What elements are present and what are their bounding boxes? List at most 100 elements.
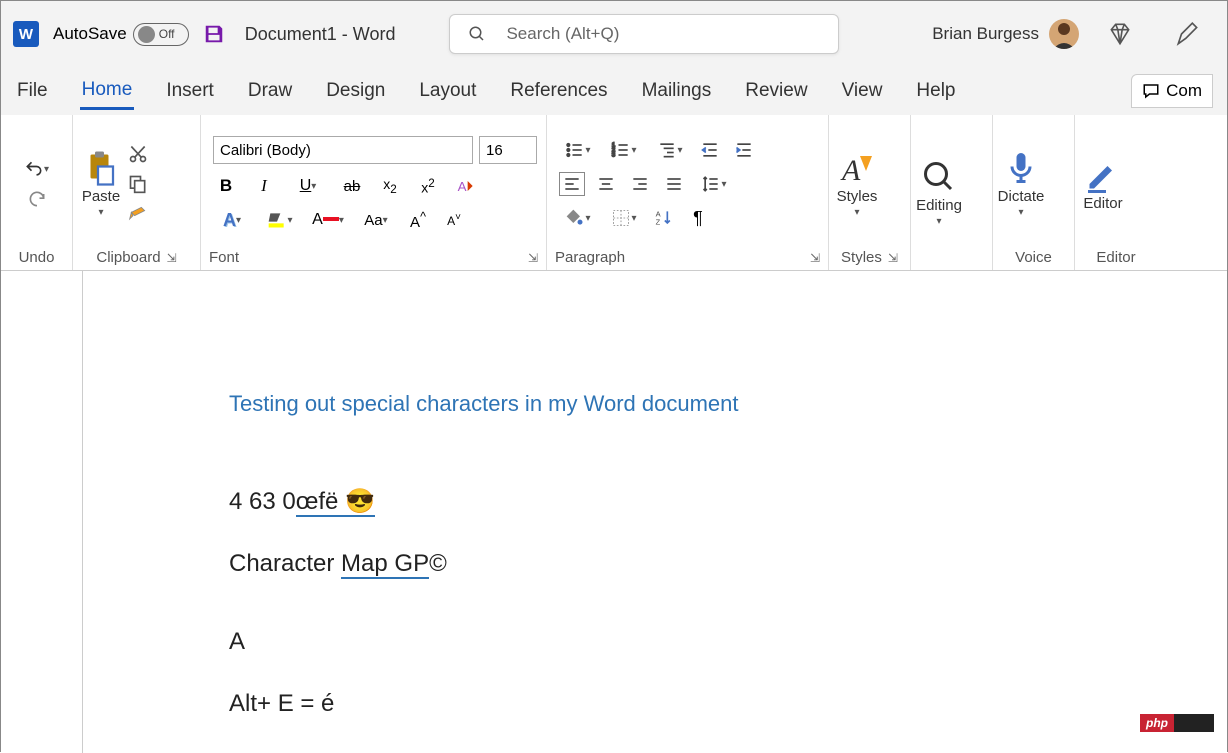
group-editing: Editing ▾ [911,115,993,270]
tab-design[interactable]: Design [324,74,387,108]
paste-label: Paste [82,188,120,205]
editing-label: Editing [916,197,962,214]
document-heading: Testing out special characters in my Wor… [229,391,1227,417]
borders-button[interactable]: ▾ [605,206,643,230]
save-icon[interactable] [203,23,225,45]
copy-button[interactable] [125,172,151,196]
group-editor: Editor Editor [1075,115,1157,270]
bold-button[interactable]: B [213,174,239,198]
svg-text:A: A [840,154,861,186]
decrease-indent-button[interactable] [697,138,723,162]
align-left-button[interactable] [559,172,585,196]
line-spacing-button[interactable]: ▾ [695,172,733,196]
diamond-icon[interactable] [1107,21,1133,47]
strikethrough-button[interactable]: ab [339,174,365,198]
user-name: Brian Burgess [932,24,1039,44]
group-font: B I U▾ ab x2 x2 A A▾ ▾ A▾ Aa▾ A^ A˅ Font… [201,115,547,270]
change-case-button[interactable]: Aa▾ [357,208,395,232]
text-effects-button[interactable]: A▾ [213,208,251,232]
redo-button[interactable] [24,187,50,211]
tab-references[interactable]: References [508,74,609,108]
toggle-switch[interactable]: Off [133,23,189,46]
document-line-3: A [229,628,1227,656]
tab-draw[interactable]: Draw [246,74,294,108]
paste-button[interactable]: Paste ▾ [81,121,121,247]
font-name-select[interactable] [213,136,473,164]
comment-icon [1142,82,1160,100]
highlight-button[interactable]: ▾ [261,208,299,232]
navigation-gutter [1,271,83,753]
toggle-knob [138,26,155,43]
dictate-label: Dictate [998,188,1045,205]
tab-file[interactable]: File [15,74,50,108]
shrink-font-button[interactable]: A˅ [441,208,467,232]
svg-text:Z: Z [656,218,661,227]
tab-home[interactable]: Home [80,73,135,110]
word-app-icon: W [13,21,39,47]
sort-button[interactable]: AZ [651,206,677,230]
ribbon: ▾ Undo Paste ▾ Clipboard ⇲ [1,115,1227,271]
styles-label: Styles [837,188,878,205]
document-line-1: 4 63 0œfë 😎 [229,487,1227,516]
subscript-button[interactable]: x2 [377,174,403,198]
group-voice: Dictate ▾ Voice [993,115,1075,270]
comments-button[interactable]: Com [1131,74,1213,108]
numbering-button[interactable]: 123▾ [605,138,643,162]
group-undo: ▾ Undo [1,115,73,270]
toggle-state: Off [159,27,175,41]
search-icon [468,25,486,43]
pen-icon[interactable] [1175,21,1201,47]
increase-indent-button[interactable] [731,138,757,162]
tab-review[interactable]: Review [743,74,809,108]
avatar [1049,19,1079,49]
font-launcher-icon[interactable]: ⇲ [528,251,538,265]
shading-button[interactable]: ▾ [559,206,597,230]
watermark-badge: php [1140,714,1214,732]
font-color-button[interactable]: A▾ [309,208,347,232]
document-page[interactable]: Testing out special characters in my Wor… [83,271,1227,753]
undo-button[interactable]: ▾ [18,157,56,181]
editor-button[interactable]: Editor [1083,121,1123,247]
cut-button[interactable] [125,142,151,166]
tab-help[interactable]: Help [914,74,957,108]
group-clipboard: Paste ▾ Clipboard ⇲ [73,115,201,270]
show-marks-button[interactable]: ¶ [685,206,711,230]
document-line-2: Character Map GP© [229,550,1227,578]
superscript-button[interactable]: x2 [415,174,441,198]
grow-font-button[interactable]: A^ [405,208,431,232]
clipboard-launcher-icon[interactable]: ⇲ [167,251,177,265]
watermark-text: php [1140,714,1174,732]
tab-insert[interactable]: Insert [164,74,216,108]
group-styles-label: Styles [841,249,882,266]
format-painter-button[interactable] [125,202,151,226]
autosave-label: AutoSave [53,24,127,44]
font-size-select[interactable] [479,136,537,164]
tab-mailings[interactable]: Mailings [640,74,714,108]
multilevel-list-button[interactable]: ▾ [651,138,689,162]
search-box[interactable]: Search (Alt+Q) [449,14,839,54]
group-voice-label: Voice [1015,249,1052,266]
styles-button[interactable]: A Styles ▾ [837,121,877,247]
justify-button[interactable] [661,172,687,196]
tab-layout[interactable]: Layout [417,74,478,108]
document-area: Testing out special characters in my Wor… [1,271,1227,753]
paragraph-launcher-icon[interactable]: ⇲ [810,251,820,265]
editor-btn-label: Editor [1083,195,1122,212]
group-undo-label: Undo [19,249,55,266]
clear-formatting-button[interactable]: A [453,174,479,198]
tab-view[interactable]: View [840,74,885,108]
align-right-button[interactable] [627,172,653,196]
autosave-toggle[interactable]: AutoSave Off [53,23,189,46]
document-line-4: Alt+ E = é [229,690,1227,718]
italic-button[interactable]: I [251,174,277,198]
user-account[interactable]: Brian Burgess [932,19,1079,49]
group-paragraph: ▾ 123▾ ▾ ▾ ▾ ▾ AZ ¶ Paragraph ⇲ [547,115,829,270]
bullets-button[interactable]: ▾ [559,138,597,162]
group-paragraph-label: Paragraph [555,249,625,266]
dictate-button[interactable]: Dictate ▾ [1001,121,1041,247]
group-clipboard-label: Clipboard [96,249,160,266]
editing-button[interactable]: Editing ▾ [919,121,959,264]
align-center-button[interactable] [593,172,619,196]
styles-launcher-icon[interactable]: ⇲ [888,251,898,265]
underline-button[interactable]: U▾ [289,174,327,198]
